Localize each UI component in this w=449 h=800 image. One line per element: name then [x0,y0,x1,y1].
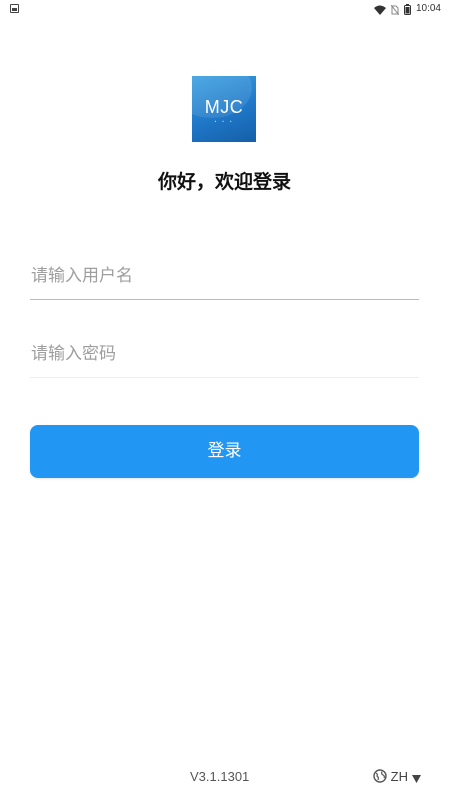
status-time: 10:04 [415,3,441,14]
language-selector[interactable]: ZH [372,767,421,787]
password-field-container [30,330,419,378]
version-label: V3.1.1301 [190,769,250,784]
notification-icon [10,4,19,13]
login-button[interactable]: 登录 [30,425,419,478]
no-sim-icon [390,0,400,19]
language-label: ZH [390,769,408,784]
battery-icon [403,0,411,19]
caret-down-icon [412,768,421,787]
status-icons: 10:04 [373,0,441,19]
password-input[interactable] [30,330,419,377]
status-bar: 10:04 [0,0,449,18]
wifi-icon [373,0,386,19]
page-title: 你好，欢迎登录 [157,171,291,193]
logo-text: MJC [204,97,244,117]
username-field-container [30,252,419,300]
globe-icon [372,768,387,787]
username-input[interactable] [30,252,419,299]
app-logo: MJC • • • [192,76,256,142]
logo-subtext: • • • [214,119,234,124]
